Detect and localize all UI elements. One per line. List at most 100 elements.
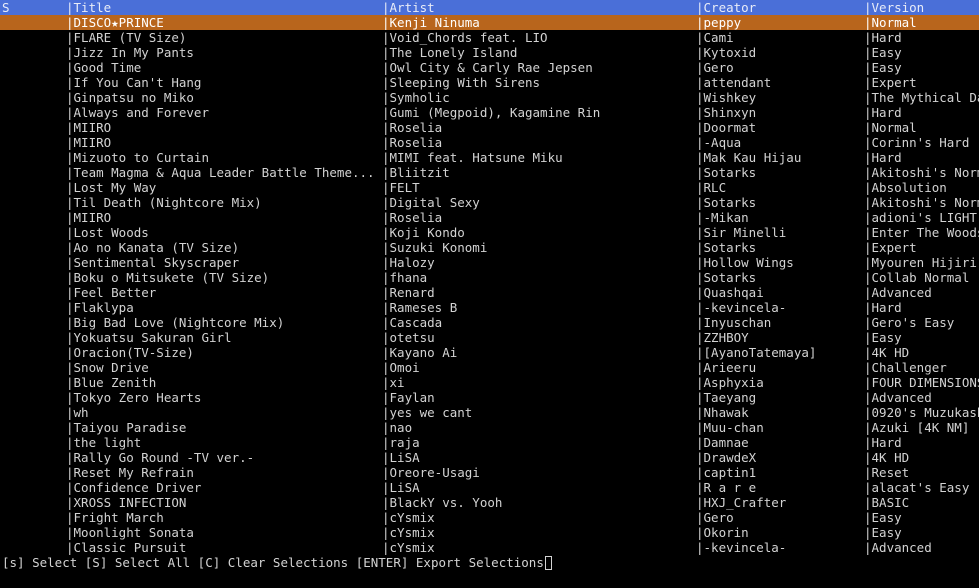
- row-select-cell: [2, 195, 66, 210]
- row-select-cell: [2, 90, 66, 105]
- column-header-version[interactable]: |Version: [864, 0, 979, 15]
- table-row[interactable]: |Ao no Kanata (TV Size) |Suzuki Konomi |So…: [0, 240, 979, 255]
- table-row[interactable]: |Jizz In My Pants |The Lonely Island |Kyto…: [0, 45, 979, 60]
- table-row[interactable]: |Yokuatsu Sakuran Girl |otetsu |ZZHBOY |Eas…: [0, 330, 979, 345]
- row-select-cell: [2, 330, 66, 345]
- row-version-cell: |Expert: [864, 75, 917, 90]
- row-title-cell: |DISCO★PRINCE: [66, 15, 164, 30]
- table-row[interactable]: |FLARE (TV Size) |Void_Chords feat. LIO |C…: [0, 30, 979, 45]
- table-header: S |Title |Artist |Creator |Version: [0, 0, 979, 15]
- keybinding-help: [s] Select [S] Select All [C] Clear Sele…: [2, 555, 552, 571]
- table-row[interactable]: |Tokyo Zero Hearts |Faylan |Taeyang |Advanc…: [0, 390, 979, 405]
- row-title-cell: |Feel Better: [66, 285, 157, 300]
- row-select-cell: [2, 435, 66, 450]
- table-row[interactable]: |Good Time |Owl City & Carly Rae Jepsen |G…: [0, 60, 979, 75]
- row-creator-cell: |Hollow Wings: [696, 255, 794, 270]
- row-artist-cell: |Roselia: [382, 210, 443, 225]
- column-header-title[interactable]: |Title: [66, 0, 382, 15]
- row-title-cell: |Mizuoto to Curtain: [66, 150, 209, 165]
- row-select-cell: [2, 120, 66, 135]
- row-select-cell: [2, 375, 66, 390]
- column-header-select[interactable]: S: [2, 0, 66, 15]
- table-row[interactable]: |Ginpatsu no Miko |Symholic |Wishkey |The M…: [0, 90, 979, 105]
- table-row[interactable]: |Til Death (Nightcore Mix) |Digital Sexy |…: [0, 195, 979, 210]
- table-row[interactable]: |Boku o Mitsukete (TV Size) |fhana |Sotark…: [0, 270, 979, 285]
- table-row[interactable]: |Oracion(TV-Size) |Kayano Ai |[AyanoTatema…: [0, 345, 979, 360]
- row-title-cell: |Rally Go Round -TV ver.-: [66, 450, 255, 465]
- table-row[interactable]: |Taiyou Paradise |nao |Muu-chan |Azuki [4K …: [0, 420, 979, 435]
- row-select-cell: [2, 240, 66, 255]
- table-row[interactable]: |MIIRO |Roselia |-Mikan |adioni's LIGHT: [0, 210, 979, 225]
- row-title-cell: |MIIRO: [66, 135, 112, 150]
- row-creator-cell: |Sotarks: [696, 195, 757, 210]
- table-row[interactable]: |Always and Forever |Gumi (Megpoid), Kaga…: [0, 105, 979, 120]
- table-row[interactable]: |Feel Better |Renard |Quashqai |Advanced: [0, 285, 979, 300]
- row-creator-cell: |Gero: [696, 60, 734, 75]
- table-row[interactable]: |Lost Woods |Koji Kondo |Sir Minelli |Enter…: [0, 225, 979, 240]
- row-creator-cell: |Cami: [696, 30, 734, 45]
- column-header-artist[interactable]: |Artist: [382, 0, 696, 15]
- row-creator-cell: |Shinxyn: [696, 105, 757, 120]
- table-row[interactable]: |Lost My Way |FELT |RLC |Absolution: [0, 180, 979, 195]
- row-select-cell: [2, 135, 66, 150]
- row-artist-cell: |Roselia: [382, 120, 443, 135]
- table-row[interactable]: |Snow Drive |Omoi |Arieeru |Challenger: [0, 360, 979, 375]
- row-creator-cell: |Asphyxia: [696, 375, 764, 390]
- table-row[interactable]: |Team Magma & Aqua Leader Battle Theme..…: [0, 165, 979, 180]
- table-row[interactable]: |Fright March |cYsmix |Gero |Easy: [0, 510, 979, 525]
- table-row[interactable]: |Mizuoto to Curtain |MIMI feat. Hatsune M…: [0, 150, 979, 165]
- table-row[interactable]: |Confidence Driver |LiSA |R a r e |alacat's…: [0, 480, 979, 495]
- row-artist-cell: |Renard: [382, 285, 435, 300]
- table-row[interactable]: |Reset My Refrain |Oreore-Usagi |captin1 |R…: [0, 465, 979, 480]
- row-creator-cell: |Sir Minelli: [696, 225, 787, 240]
- row-artist-cell: |Gumi (Megpoid), Kagamine Rin: [382, 105, 601, 120]
- table-row[interactable]: |the light |raja |Damnae |Hard: [0, 435, 979, 450]
- row-creator-cell: |Quashqai: [696, 285, 764, 300]
- row-title-cell: |If You Can't Hang: [66, 75, 202, 90]
- table-row[interactable]: |MIIRO |Roselia |-Aqua |Corinn's Hard: [0, 135, 979, 150]
- table-row[interactable]: |Moonlight Sonata |cYsmix |Okorin |Easy: [0, 525, 979, 540]
- row-title-cell: |Reset My Refrain: [66, 465, 194, 480]
- table-row[interactable]: |Blue Zenith |xi |Asphyxia |FOUR DIMENSIONS: [0, 375, 979, 390]
- row-artist-cell: |MIMI feat. Hatsune Miku: [382, 150, 563, 165]
- row-creator-cell: |Doormat: [696, 120, 757, 135]
- table-row[interactable]: |Classic Pursuit |cYsmix |-kevincela- |Adva…: [0, 540, 979, 555]
- row-select-cell: [2, 510, 66, 525]
- row-select-cell: [2, 180, 66, 195]
- row-select-cell: [2, 15, 66, 30]
- row-title-cell: |Always and Forever: [66, 105, 209, 120]
- table-row[interactable]: |XROSS INFECTION |BlackY vs. Yooh |HXJ_Cra…: [0, 495, 979, 510]
- row-version-cell: |alacat's Easy: [864, 480, 970, 495]
- row-version-cell: |Collab Normal: [864, 270, 970, 285]
- row-creator-cell: |Inyuschan: [696, 315, 772, 330]
- row-title-cell: |Classic Pursuit: [66, 540, 187, 555]
- table-row[interactable]: |Big Bad Love (Nightcore Mix) |Cascada |In…: [0, 315, 979, 330]
- help-text: [s] Select [S] Select All [C] Clear Sele…: [2, 555, 544, 570]
- column-header-creator[interactable]: |Creator: [696, 0, 864, 15]
- row-version-cell: |0920's Muzukash: [864, 405, 979, 420]
- table-row[interactable]: |Flaklypa |Rameses B |-kevincela- |Hard: [0, 300, 979, 315]
- row-version-cell: |Advanced: [864, 285, 932, 300]
- row-creator-cell: |Damnae: [696, 435, 749, 450]
- table-row[interactable]: |If You Can't Hang |Sleeping With Sirens |…: [0, 75, 979, 90]
- table-row[interactable]: |DISCO★PRINCE |Kenji Ninuma |peppy |Normal: [0, 15, 979, 30]
- row-version-cell: |Gero's Easy: [864, 315, 955, 330]
- row-select-cell: [2, 345, 66, 360]
- row-version-cell: |BASIC: [864, 495, 910, 510]
- row-title-cell: |Confidence Driver: [66, 480, 202, 495]
- table-row[interactable]: |Rally Go Round -TV ver.- |LiSA |DrawdeX |4…: [0, 450, 979, 465]
- row-creator-cell: |Muu-chan: [696, 420, 764, 435]
- row-version-cell: |Hard: [864, 150, 902, 165]
- table-row[interactable]: |MIIRO |Roselia |Doormat |Normal: [0, 120, 979, 135]
- table-row[interactable]: |wh |yes we cant |Nhawak |0920's Muzukash: [0, 405, 979, 420]
- row-artist-cell: |BlackY vs. Yooh: [382, 495, 503, 510]
- row-creator-cell: |Arieeru: [696, 360, 757, 375]
- row-artist-cell: |Faylan: [382, 390, 435, 405]
- row-version-cell: |Akitoshi's Norm: [864, 195, 979, 210]
- table-row[interactable]: |Sentimental Skyscraper |Halozy |Hollow Wi…: [0, 255, 979, 270]
- row-select-cell: [2, 480, 66, 495]
- row-artist-cell: |The Lonely Island: [382, 45, 518, 60]
- row-select-cell: [2, 360, 66, 375]
- row-creator-cell: |Okorin: [696, 525, 749, 540]
- row-version-cell: |Expert: [864, 240, 917, 255]
